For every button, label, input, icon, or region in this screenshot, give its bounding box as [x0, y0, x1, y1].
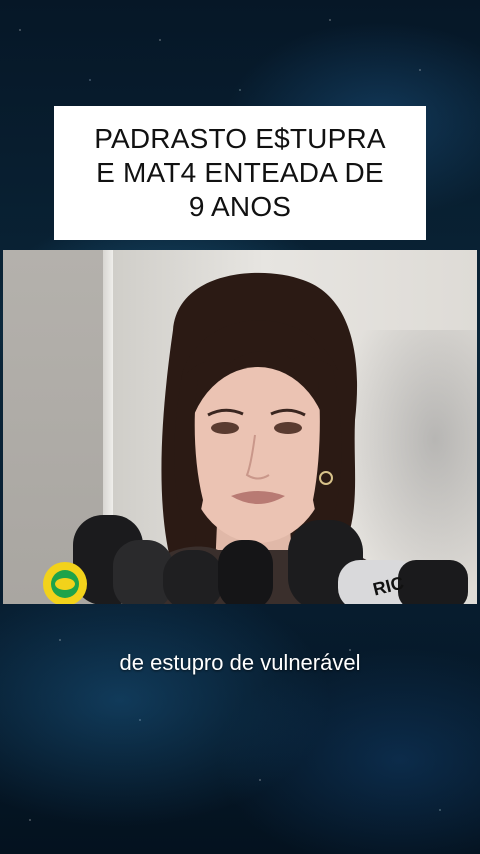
title-card: PADRASTO E$TUPRA E MAT4 ENTEADA DE 9 ANO… — [54, 106, 426, 240]
video-frame[interactable]: RIC — [3, 250, 477, 604]
speaker-woman — [43, 272, 468, 604]
video-screen[interactable]: PADRASTO E$TUPRA E MAT4 ENTEADA DE 9 ANO… — [0, 0, 480, 854]
title-text: PADRASTO E$TUPRA E MAT4 ENTEADA DE 9 ANO… — [94, 123, 386, 222]
subtitle-caption: de estupro de vulnerável — [119, 650, 361, 675]
